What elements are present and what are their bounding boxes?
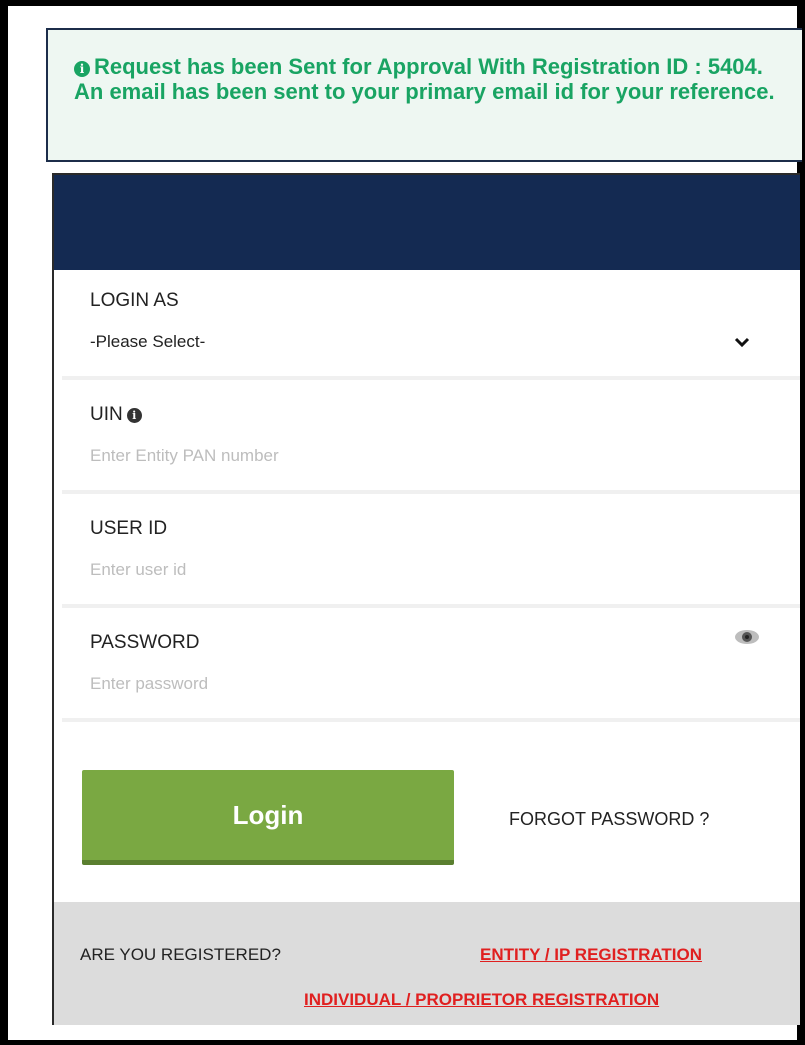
user-id-input[interactable]: Enter user id — [90, 560, 186, 580]
password-label: PASSWORD — [90, 632, 200, 653]
eye-icon[interactable] — [734, 628, 760, 646]
login-as-label: LOGIN AS — [90, 290, 179, 311]
entity-registration-link[interactable]: ENTITY / IP REGISTRATION — [480, 945, 702, 965]
forgot-password-link[interactable]: FORGOT PASSWORD ? — [509, 809, 709, 830]
alert-message: Request has been Sent for Approval With … — [74, 54, 775, 104]
individual-registration-link[interactable]: INDIVIDUAL / PROPRIETOR REGISTRATION — [304, 990, 659, 1010]
user-id-field[interactable]: USER ID Enter user id — [62, 498, 800, 608]
login-card: LOGIN AS -Please Select- UIN i Enter Enti… — [52, 173, 800, 1025]
user-id-label: USER ID — [90, 518, 168, 539]
password-field[interactable]: PASSWORD Enter password — [62, 612, 800, 722]
login-as-select[interactable]: -Please Select- — [90, 332, 205, 352]
chevron-down-icon[interactable] — [732, 332, 752, 352]
password-input[interactable]: Enter password — [90, 674, 208, 694]
success-alert: i Request has been Sent for Approval With… — [46, 28, 802, 162]
card-header — [54, 175, 800, 270]
registered-question: ARE YOU REGISTERED? — [80, 945, 281, 964]
uin-field[interactable]: UIN i Enter Entity PAN number — [62, 384, 800, 494]
uin-input[interactable]: Enter Entity PAN number — [90, 446, 279, 466]
registration-footer: ARE YOU REGISTERED? ENTITY / IP REGISTRA… — [54, 902, 800, 1025]
login-as-field[interactable]: LOGIN AS -Please Select- — [62, 270, 800, 380]
login-button[interactable]: Login — [82, 770, 454, 865]
uin-label-text: UIN — [90, 404, 123, 425]
info-icon[interactable]: i — [126, 408, 142, 423]
info-icon: i — [74, 61, 90, 77]
uin-label: UIN i — [90, 404, 142, 426]
